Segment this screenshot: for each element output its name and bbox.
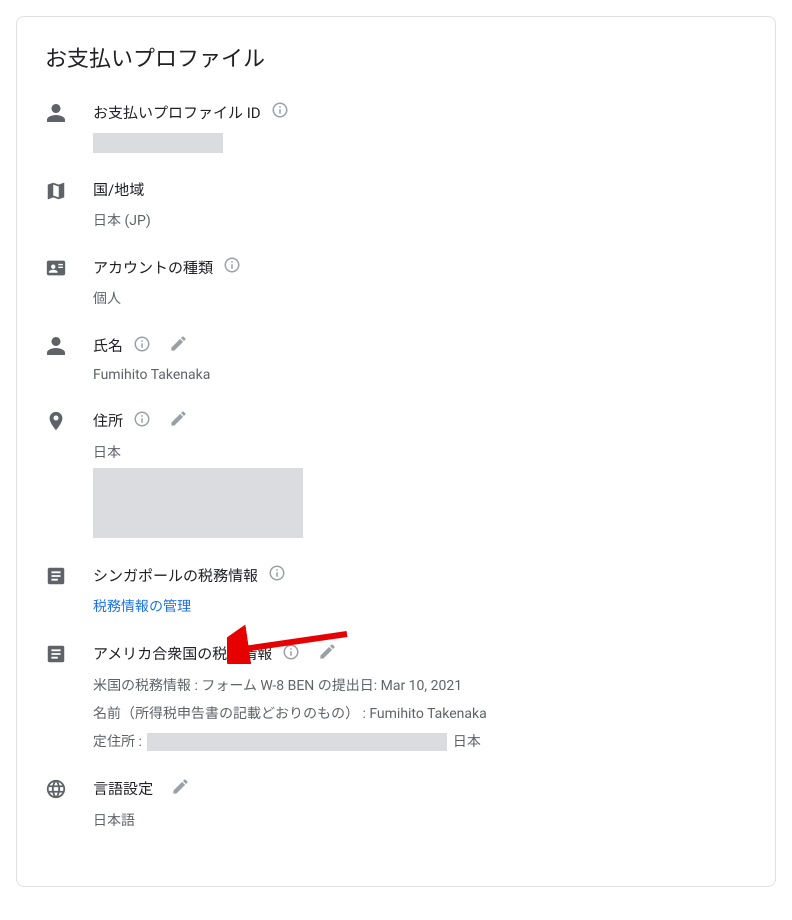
account-type-label: アカウントの種類 bbox=[93, 257, 213, 278]
profile-id-label: お支払いプロファイル ID bbox=[93, 102, 261, 123]
person-icon bbox=[45, 334, 93, 358]
info-icon[interactable] bbox=[133, 410, 151, 432]
profile-id-redacted bbox=[93, 133, 223, 153]
payments-profile-card: お支払いプロファイル お支払いプロファイル ID 国/地域 日本 bbox=[16, 16, 776, 887]
us-tax-line1: 米国の税務情報 : フォーム W-8 BEN の提出日: Mar 10, 202… bbox=[93, 675, 747, 695]
country-row: 国/地域 日本 (JP) bbox=[45, 179, 747, 230]
name-label: 氏名 bbox=[93, 335, 123, 356]
country-value: 日本 (JP) bbox=[93, 210, 747, 230]
us-tax-address-redacted bbox=[147, 733, 447, 751]
sg-tax-row: シンガポールの税務情報 税務情報の管理 bbox=[45, 564, 747, 616]
badge-icon bbox=[45, 256, 93, 280]
edit-icon[interactable] bbox=[169, 334, 188, 357]
country-label: 国/地域 bbox=[93, 179, 144, 200]
name-row: 氏名 Fumihito Takenaka bbox=[45, 334, 747, 383]
profile-id-row: お支払いプロファイル ID bbox=[45, 101, 747, 153]
us-tax-line3-suffix: 日本 bbox=[453, 734, 481, 750]
us-tax-line3-prefix: 定住所 : bbox=[93, 734, 142, 750]
us-tax-line2: 名前（所得税申告書の記載どおりのもの） : Fumihito Takenaka bbox=[93, 703, 747, 723]
us-tax-label: アメリカ合衆国の税務情報 bbox=[93, 643, 272, 664]
language-row: 言語設定 日本語 bbox=[45, 777, 747, 830]
name-value: Fumihito Takenaka bbox=[93, 367, 747, 383]
language-value: 日本語 bbox=[93, 810, 747, 830]
address-redacted bbox=[93, 468, 303, 538]
us-tax-line3: 定住所 : 日本 bbox=[93, 731, 747, 751]
article-icon bbox=[45, 642, 93, 666]
sg-tax-label: シンガポールの税務情報 bbox=[93, 565, 258, 586]
map-icon bbox=[45, 179, 93, 203]
address-label: 住所 bbox=[93, 410, 123, 431]
address-line1: 日本 bbox=[93, 442, 747, 462]
account-type-value: 個人 bbox=[93, 288, 747, 308]
card-title: お支払いプロファイル bbox=[45, 41, 747, 73]
info-icon[interactable] bbox=[271, 101, 289, 123]
address-row: 住所 日本 bbox=[45, 409, 747, 538]
manage-tax-info-link[interactable]: 税務情報の管理 bbox=[93, 596, 191, 616]
person-icon bbox=[45, 101, 93, 125]
article-icon bbox=[45, 564, 93, 588]
edit-icon[interactable] bbox=[169, 409, 188, 432]
language-label: 言語設定 bbox=[93, 778, 153, 799]
info-icon[interactable] bbox=[282, 643, 300, 665]
location-icon bbox=[45, 409, 93, 433]
edit-icon[interactable] bbox=[171, 777, 190, 800]
us-tax-row: アメリカ合衆国の税務情報 米国の税務情報 : フォーム W-8 BEN の提出日… bbox=[45, 642, 747, 751]
globe-icon bbox=[45, 777, 93, 801]
info-icon[interactable] bbox=[223, 256, 241, 278]
info-icon[interactable] bbox=[133, 335, 151, 357]
edit-icon[interactable] bbox=[318, 642, 337, 665]
account-type-row: アカウントの種類 個人 bbox=[45, 256, 747, 308]
info-icon[interactable] bbox=[268, 564, 286, 586]
